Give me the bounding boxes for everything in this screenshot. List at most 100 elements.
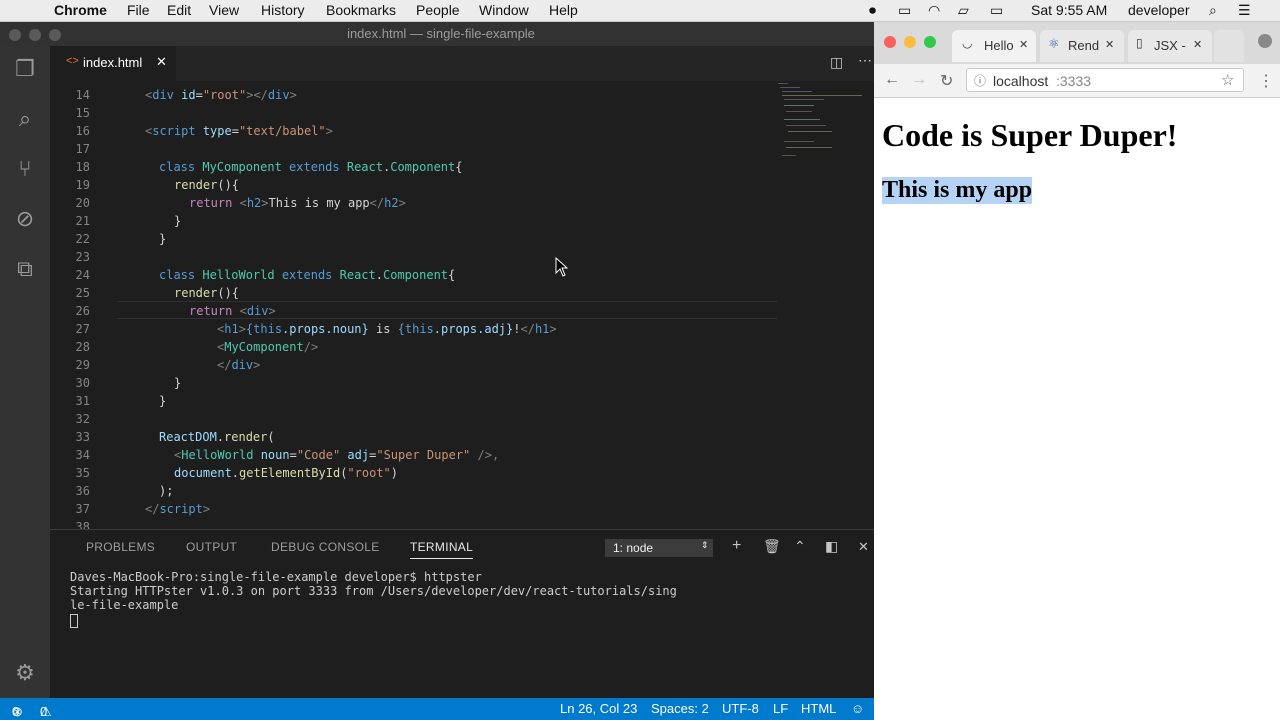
menubar-user[interactable]: developer [1128, 2, 1190, 18]
select-arrows-icon: ⇕ [701, 540, 709, 550]
new-terminal-icon[interactable]: + [732, 537, 741, 555]
line-number: 14 [75, 88, 90, 102]
url-port: :3333 [1056, 73, 1092, 89]
profile-avatar-icon[interactable] [1258, 34, 1272, 48]
battery-icon[interactable]: ▭ [990, 2, 1003, 19]
terminal-select[interactable]: 1: node ⇕ [605, 539, 713, 557]
cursor-position[interactable]: Ln 26, Col 23 [560, 701, 637, 716]
record-icon[interactable]: ⏺ [869, 2, 876, 19]
address-bar[interactable]: ⓘ localhost :3333 ☆ [966, 68, 1244, 92]
notification-center-icon[interactable]: ☰ [1238, 2, 1251, 19]
back-icon[interactable]: ← [884, 71, 900, 89]
bottom-panel: PROBLEMS OUTPUT DEBUG CONSOLE TERMINAL 1… [50, 529, 874, 698]
chrome-minimize-button[interactable] [904, 36, 916, 48]
code-line-29: </div> [217, 358, 261, 372]
menu-history[interactable]: History [261, 2, 305, 18]
extensions-icon[interactable]: ⧉ [12, 256, 38, 282]
chrome-zoom-button[interactable] [924, 36, 936, 48]
code-line-14: <div id="root"></div> [145, 88, 297, 102]
explorer-icon[interactable]: ❐ [12, 56, 38, 82]
browser-tab-render[interactable]: ⚛ Rend ✕ [1040, 30, 1124, 62]
line-number: 29 [75, 358, 90, 372]
terminal-line: Starting HTTPster v1.0.3 on port 3333 fr… [70, 584, 677, 598]
mac-menubar: Chrome File Edit View History Bookmarks … [0, 0, 1280, 22]
line-number: 26 [75, 304, 90, 318]
code-line-27: <h1>{this.props.noun} is {this.props.adj… [217, 322, 557, 336]
line-number: 18 [75, 160, 90, 174]
trash-icon[interactable]: 🗑 [763, 538, 781, 555]
menu-view[interactable]: View [209, 2, 239, 18]
code-editor[interactable]: 14 15 16 17 18 19 20 21 22 23 24 25 26 2… [50, 81, 874, 529]
browser-tab-hello[interactable]: ◡ Hello ✕ [952, 30, 1036, 62]
new-tab-button[interactable] [1214, 30, 1244, 62]
code-line-37: </script> [145, 502, 211, 516]
debug-icon[interactable]: ⊘ [12, 206, 38, 232]
document-icon: ▯ [1136, 36, 1143, 50]
spotlight-search-icon[interactable]: ⌕ [1209, 2, 1217, 19]
airplay-icon[interactable]: ▱ [958, 2, 969, 19]
terminal-cursor[interactable] [70, 614, 78, 628]
tab-terminal[interactable]: TERMINAL [410, 540, 474, 559]
tab-close-icon[interactable]: ✕ [1019, 38, 1028, 51]
code-line-26: return <div> [189, 304, 276, 318]
tab-output[interactable]: OUTPUT [186, 540, 237, 554]
line-number: 28 [75, 340, 90, 354]
line-number: 30 [75, 376, 90, 390]
wifi-icon[interactable]: ◠ [928, 2, 940, 19]
code-line-34: <HelloWorld noun="Code" adj="Super Duper… [174, 448, 500, 462]
end-of-line[interactable]: LF [773, 701, 788, 716]
browser-tab-jsx[interactable]: ▯ JSX - ✕ [1128, 30, 1212, 62]
settings-gear-icon[interactable]: ⚙ [12, 660, 38, 686]
split-editor-icon[interactable]: ◫ [830, 54, 843, 71]
encoding[interactable]: UTF-8 [722, 701, 759, 716]
menu-people[interactable]: People [416, 2, 460, 18]
display-icon[interactable]: ▭ [898, 2, 911, 19]
line-number: 22 [75, 232, 90, 246]
menubar-clock[interactable]: Sat 9:55 AM [1031, 2, 1107, 18]
minimap[interactable] [776, 81, 866, 161]
loading-icon: ◡ [962, 36, 973, 50]
line-number: 36 [75, 484, 90, 498]
vscode-window-title: index.html — single-file-example [347, 26, 535, 41]
line-number: 20 [75, 196, 90, 210]
more-actions-icon[interactable]: ⋯ [858, 52, 872, 69]
source-control-icon[interactable]: ⑂ [12, 156, 38, 182]
vscode-titlebar: index.html — single-file-example [0, 22, 874, 46]
bookmark-star-icon[interactable]: ☆ [1221, 71, 1234, 89]
tab-problems[interactable]: PROBLEMS [86, 540, 155, 554]
line-number: 31 [75, 394, 90, 408]
line-number: 23 [75, 250, 90, 264]
code-line-18: class MyComponent extends React.Componen… [159, 160, 463, 174]
tab-close-icon[interactable]: ✕ [1193, 38, 1202, 51]
code-line-22: } [159, 232, 167, 246]
menu-window[interactable]: Window [479, 2, 529, 18]
code-line-20: return <h2>This is my app</h2> [189, 196, 406, 210]
menu-app-chrome[interactable]: Chrome [54, 2, 107, 18]
reload-icon[interactable]: ↻ [940, 71, 953, 91]
chrome-window: ◡ Hello ✕ ⚛ Rend ✕ ▯ JSX - ✕ ← → ↻ ⓘ loc… [874, 22, 1280, 720]
close-panel-icon[interactable]: ✕ [858, 539, 869, 555]
tab-index-html[interactable]: <> index.html ✕ [50, 46, 176, 81]
language-mode[interactable]: HTML [801, 701, 836, 716]
line-number: 24 [75, 268, 90, 282]
menu-bookmarks[interactable]: Bookmarks [326, 2, 396, 18]
menu-edit[interactable]: Edit [167, 2, 191, 18]
url-host: localhost [993, 73, 1049, 89]
tab-debug-console[interactable]: DEBUG CONSOLE [271, 540, 380, 554]
tab-close-icon[interactable]: ✕ [156, 54, 167, 70]
chrome-close-button[interactable] [884, 36, 896, 48]
page-subheading: This is my app [882, 177, 1033, 204]
feedback-smiley-icon[interactable]: ☺ [851, 701, 864, 716]
maximize-panel-icon[interactable]: ⌃ [794, 538, 806, 555]
indentation[interactable]: Spaces: 2 [651, 701, 709, 716]
tab-label: index.html [83, 55, 143, 70]
search-icon[interactable]: ⌕ [12, 106, 38, 132]
menu-file[interactable]: File [127, 2, 150, 18]
chrome-menu-icon[interactable]: ⋮ [1258, 71, 1274, 91]
tab-close-icon[interactable]: ✕ [1105, 38, 1114, 51]
menu-help[interactable]: Help [549, 2, 578, 18]
toggle-panel-icon[interactable]: ◧ [825, 538, 838, 555]
info-icon[interactable]: ⓘ [974, 72, 986, 89]
line-number: 15 [75, 106, 90, 120]
forward-icon[interactable]: → [911, 71, 927, 89]
